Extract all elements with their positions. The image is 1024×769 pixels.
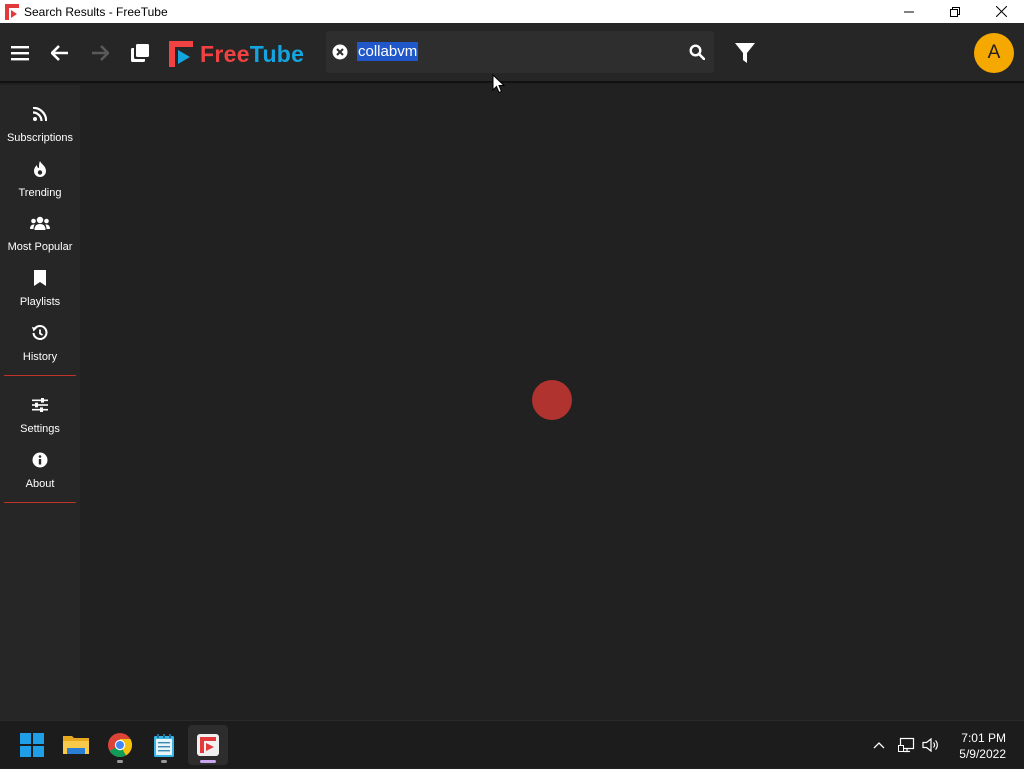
notepad-icon [154,734,174,757]
sliders-icon [28,393,52,417]
sidebar-item-label: Playlists [19,296,61,308]
logo-text-free: Free [200,40,250,67]
start-icon [20,733,44,757]
window-controls [886,0,1024,23]
sidebar-item-label: Trending [18,187,62,199]
chevron-up-icon [873,742,885,749]
system-clock[interactable]: 7:01 PM 5/9/2022 [959,730,1006,762]
users-icon [28,211,52,235]
clock-time: 7:01 PM [961,731,1006,745]
history-icon [28,321,52,345]
windows-taskbar: 7:01 PM 5/9/2022 [0,720,1024,768]
logo-text-tube: Tube [249,40,305,67]
start-button[interactable] [12,725,52,765]
file-explorer-icon [63,736,89,754]
bookmark-icon [28,266,52,290]
sidebar-item-most-popular[interactable]: Most Popular [0,209,80,261]
sidebar-item-label: Subscriptions [6,132,74,144]
freetube-app-icon [4,3,20,20]
show-hidden-icons-button[interactable] [868,721,890,769]
new-window-button[interactable] [122,23,158,83]
freetube-logo-icon [169,41,193,67]
sidebar-item-label: Settings [20,423,60,435]
arrow-left-icon [51,45,68,61]
speaker-icon [922,737,938,753]
taskbar-chrome[interactable] [100,725,140,765]
sidebar-item-playlists[interactable]: Playlists [0,264,80,316]
search-icon [689,44,705,60]
loading-spinner [532,380,572,420]
close-button[interactable] [978,0,1024,23]
sidebar: Subscriptions Trending Most Popular Play… [0,85,80,720]
restore-button[interactable] [932,0,978,23]
chrome-icon [108,733,132,757]
clear-circle-icon [332,44,348,60]
minimize-button[interactable] [886,0,932,23]
network-status[interactable] [896,721,918,769]
hamburger-menu-icon [11,46,29,61]
sidebar-item-about[interactable]: About [0,446,80,498]
sidebar-item-settings[interactable]: Settings [0,391,80,443]
sidebar-item-label: History [22,351,58,363]
rss-icon [28,102,52,126]
search-input[interactable]: collabvm [357,42,419,61]
sidebar-item-trending[interactable]: Trending [0,155,80,207]
sidebar-item-subscriptions[interactable]: Subscriptions [0,100,80,152]
forward-button[interactable] [82,23,118,83]
sidebar-item-label: About [25,478,55,490]
arrow-right-icon [92,45,109,61]
sidebar-item-history[interactable]: History [0,319,80,371]
search-results-area [80,85,1024,720]
search-filters-button[interactable] [733,40,757,66]
info-icon [28,448,52,472]
clock-date: 5/9/2022 [959,747,1006,761]
freetube-logo[interactable]: Free Tube [168,39,304,69]
profile-avatar[interactable]: A [974,33,1014,73]
menu-button[interactable] [2,23,38,83]
freetube-icon [197,734,219,756]
clear-search-button[interactable] [332,44,348,60]
filter-icon [735,43,755,63]
sidebar-divider [4,375,76,376]
window-title: Search Results - FreeTube [24,4,168,19]
mouse-cursor-icon [492,74,506,94]
taskbar-notepad[interactable] [144,725,184,765]
clone-icon [131,44,149,62]
search-box[interactable]: collabvm [326,31,714,73]
app-topbar: Free Tube collabvm A [0,23,1024,83]
running-indicator [161,760,167,763]
sidebar-item-label: Most Popular [7,241,73,253]
running-indicator [117,760,123,763]
fire-icon [28,157,52,181]
taskbar-file-explorer[interactable] [56,725,96,765]
network-icon [898,737,915,753]
search-button[interactable] [684,39,710,65]
active-indicator [200,760,216,763]
taskbar-freetube[interactable] [188,725,228,765]
volume-control[interactable] [920,721,942,769]
sidebar-divider [4,502,76,503]
back-button[interactable] [42,23,78,83]
window-titlebar: Search Results - FreeTube [0,0,1024,23]
